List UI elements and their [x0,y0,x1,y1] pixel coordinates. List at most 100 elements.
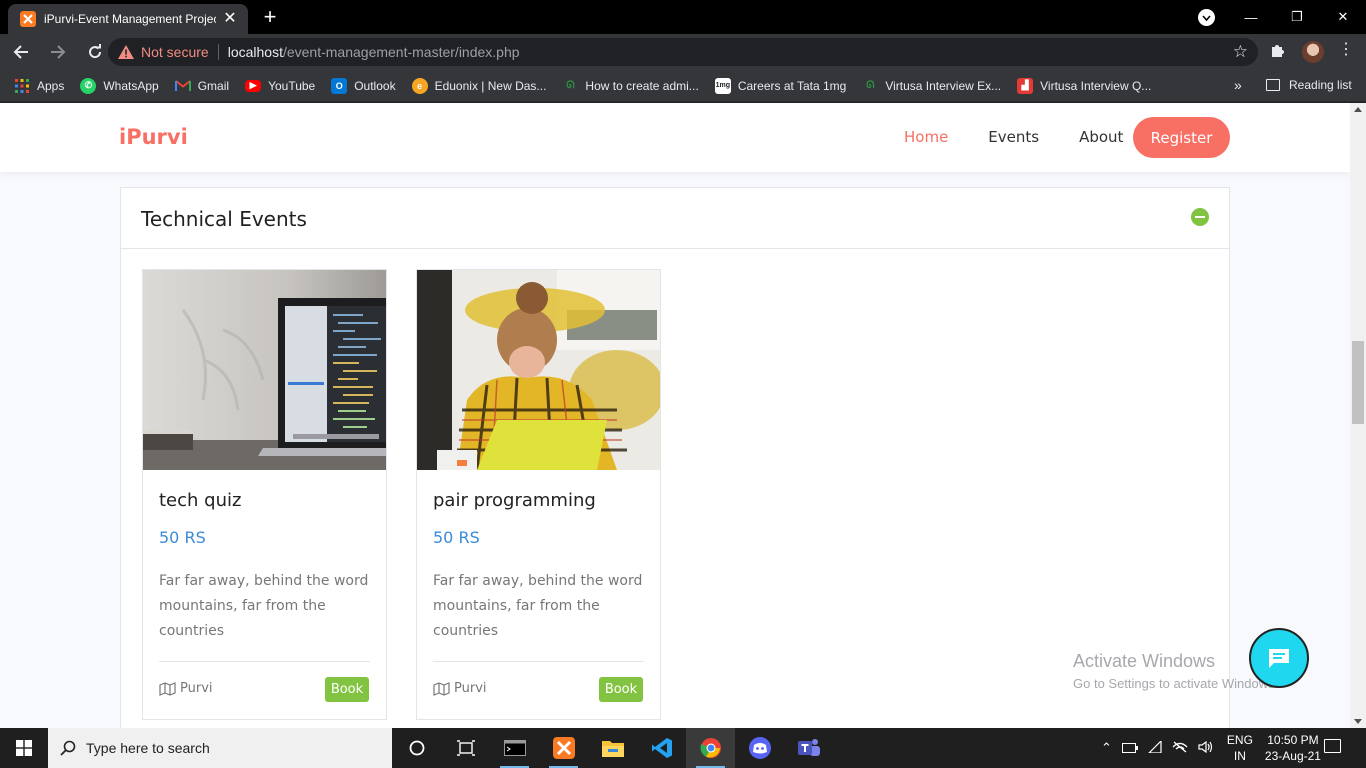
new-tab-button[interactable]: + [259,6,281,28]
close-window-icon[interactable]: ✕ [1320,9,1366,25]
map-icon [159,681,176,696]
extensions-puzzle-icon[interactable] [1270,42,1286,63]
scroll-down-arrow-icon[interactable] [1354,719,1362,724]
event-price: 50 RS [159,528,206,547]
book-button[interactable]: Book [325,677,369,702]
forward-icon[interactable] [42,36,74,68]
site-navbar: iPurvi Home Events About Register [0,103,1350,172]
volume-icon[interactable] [1198,740,1214,756]
event-organizer: Purvi [433,681,487,696]
watermark-line-2: Go to Settings to activate Windows. [1073,676,1279,691]
browser-toolbar: Not secure localhost/event-management-ma… [0,34,1366,70]
section-title: Technical Events [141,207,307,231]
system-clock[interactable]: 10:50 PM 23-Aug-21 [1265,732,1321,764]
bookmark-label: Careers at Tata 1mg [737,78,847,93]
site-brand-logo[interactable]: iPurvi [119,125,188,149]
chat-bubble-icon [1269,649,1289,668]
bookmark-label: How to create admi... [585,78,699,93]
cortana-icon[interactable] [392,728,441,768]
terminal-icon[interactable] [490,728,539,768]
event-card: tech quiz 50 RS Far far away, behind the… [142,269,387,720]
reading-list-icon [1266,79,1280,91]
woman-laptop-photo [417,270,660,470]
nav-events[interactable]: Events [988,128,1039,146]
panel-header[interactable]: Technical Events [121,188,1229,249]
book-button[interactable]: Book [599,677,643,702]
apps-grid-icon [14,78,30,94]
scroll-up-arrow-icon[interactable] [1354,107,1362,112]
address-bar[interactable]: Not secure localhost/event-management-ma… [108,38,1258,66]
teams-icon[interactable] [784,728,833,768]
gmail-icon [174,78,191,94]
nav-about[interactable]: About [1079,128,1123,146]
not-secure-label[interactable]: Not secure [141,44,209,60]
bookmark-whatsapp[interactable]: ✆ WhatsApp [80,77,159,94]
discord-icon[interactable] [735,728,784,768]
bookmark-label: Apps [37,78,65,93]
region-code: IN [1233,749,1246,763]
bookmark-label: Gmail [197,78,230,93]
geeksforgeeks-icon: ᘏ [566,80,575,91]
reload-icon[interactable] [79,36,111,68]
back-icon[interactable] [5,36,37,68]
bookmark-outlook[interactable]: O Outlook [331,77,396,94]
bookmark-youtube[interactable]: ▶ YouTube [245,79,315,93]
chevron-up-icon[interactable]: ⌃ [1101,740,1112,756]
tab-close-icon[interactable]: ✕ [222,11,238,27]
bookmark-label: Virtusa Interview Q... [1040,78,1152,93]
input-language[interactable]: ENG IN [1227,732,1253,764]
vscode-icon[interactable] [637,728,686,768]
event-price: 50 RS [433,528,480,547]
chrome-menu-icon[interactable]: ⋮ [1338,42,1354,58]
bookmark-label: WhatsApp [103,78,159,93]
bookmark-virtusa-experience[interactable]: ᘏ Virtusa Interview Ex... [862,78,1001,94]
geeksforgeeks-icon: ᘏ [866,80,875,91]
profile-avatar[interactable] [1302,41,1324,63]
task-view-icon[interactable] [441,728,490,768]
taskbar-search[interactable]: Type here to search [48,728,392,768]
event-description: Far far away, behind the word mountains,… [159,573,369,639]
notifications-icon[interactable] [1324,739,1341,753]
tab-search-icon[interactable] [1198,9,1215,26]
restore-icon[interactable]: ❐ [1274,9,1320,25]
outlook-icon: O [331,77,348,94]
bookmark-apps[interactable]: Apps [14,78,64,94]
bookmarks-overflow-icon[interactable]: » [1234,77,1242,93]
card-divider [159,661,370,662]
chat-button[interactable] [1249,628,1309,688]
lang-code: ENG [1226,733,1253,747]
bookmarks-bar: Apps ✆ WhatsApp Gmail ▶ YouTube O Outloo… [0,70,1366,102]
network-off-icon[interactable] [1172,741,1188,756]
minimize-icon[interactable]: — [1228,10,1274,25]
bookmark-gmail[interactable]: Gmail [174,78,230,94]
eduonix-icon: e [411,77,428,94]
bookmark-gfg-admin[interactable]: ᘏ How to create admi... [562,78,699,94]
search-placeholder: Type here to search [86,740,210,756]
whatsapp-icon: ✆ [80,77,97,94]
battery-icon[interactable] [1121,741,1138,756]
warning-icon [118,44,134,60]
omnibox-divider [217,44,219,60]
bookmark-star-icon[interactable]: ☆ [1233,42,1248,62]
youtube-icon: ▶ [245,79,262,92]
chrome-icon[interactable] [686,728,735,768]
register-button[interactable]: Register [1133,117,1230,158]
bookmark-tata1mg[interactable]: 1mg Careers at Tata 1mg [714,77,847,94]
browser-tab[interactable]: iPurvi-Event Management Project ✕ [8,4,248,34]
tata1mg-icon: 1mg [714,77,731,94]
xampp-favicon-icon [20,11,36,27]
activate-windows-watermark: Activate Windows Go to Settings to activ… [1073,651,1278,691]
windows-start-icon[interactable] [0,728,48,768]
reading-list-button[interactable]: Reading list [1266,78,1352,92]
xampp-icon[interactable] [539,728,588,768]
file-explorer-icon[interactable] [588,728,637,768]
event-organizer: Purvi [159,681,213,696]
scroll-thumb[interactable] [1352,341,1364,424]
nav-home[interactable]: Home [904,128,948,146]
bookmark-eduonix[interactable]: e Eduonix | New Das... [411,77,546,94]
collapse-minus-icon[interactable] [1191,208,1209,226]
wifi-icon[interactable] [1147,739,1162,756]
watermark-line-1: Activate Windows [1073,651,1216,671]
bookmark-virtusa-questions[interactable]: ▟ Virtusa Interview Q... [1017,77,1152,94]
page-scrollbar[interactable] [1350,103,1366,728]
